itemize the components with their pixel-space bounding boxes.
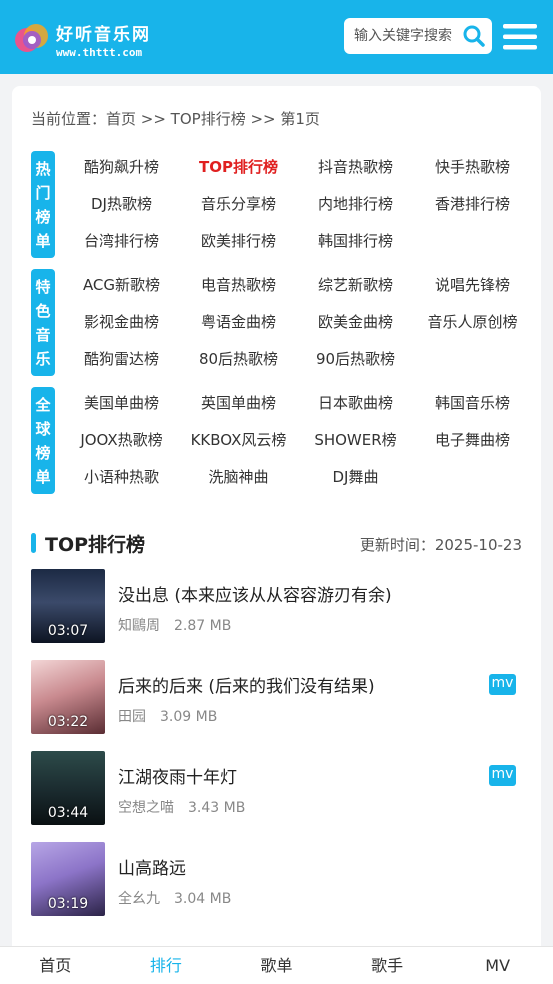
- category-item[interactable]: 洗脑神曲: [180, 459, 297, 496]
- category-item[interactable]: 音乐分享榜: [180, 186, 297, 223]
- nav-home[interactable]: 首页: [0, 947, 111, 984]
- category-item[interactable]: 欧美排行榜: [180, 223, 297, 260]
- song-artist[interactable]: 全幺九: [118, 891, 160, 907]
- category-item[interactable]: KKBOX风云榜: [180, 422, 297, 459]
- song-title[interactable]: 没出息 (本来应该从从容容游刃有余): [118, 581, 392, 606]
- mv-badge[interactable]: mv: [489, 674, 516, 695]
- nav-playlist[interactable]: 歌单: [221, 947, 332, 984]
- song-cover[interactable]: 03:44: [31, 751, 105, 825]
- category-group-feature: 特色音乐 ACG新歌榜 电音热歌榜 综艺新歌榜 说唱先锋榜 影视金曲榜 粤语金曲榜 欧美金曲…: [31, 267, 522, 378]
- song-size: 3.04 MB: [174, 891, 232, 907]
- category-item[interactable]: 抖音热歌榜: [297, 149, 414, 186]
- song-size: 3.09 MB: [160, 709, 218, 725]
- category-item[interactable]: JOOX热歌榜: [63, 422, 180, 459]
- category-label-hot: 热门榜单: [31, 151, 55, 258]
- category-item[interactable]: ACG新歌榜: [63, 267, 180, 304]
- category-label-feature: 特色音乐: [31, 269, 55, 376]
- category-item[interactable]: 音乐人原创榜: [414, 304, 531, 341]
- song-meta: 田园 3.09 MB: [118, 706, 217, 726]
- category-group-hot: 热门榜单 酷狗飙升榜 TOP排行榜 抖音热歌榜 快手热歌榜 DJ热歌榜 音乐分享榜 内地排行…: [31, 149, 522, 260]
- nav-rank[interactable]: 排行: [111, 947, 222, 984]
- song-row[interactable]: 03:07 没出息 (本来应该从从容容游刃有余) 知鷗周 2.87 MB: [31, 569, 522, 643]
- category-item[interactable]: 80后热歌榜: [180, 341, 297, 378]
- category-item[interactable]: 粤语金曲榜: [180, 304, 297, 341]
- category-item[interactable]: 英国单曲榜: [180, 385, 297, 422]
- category-item[interactable]: 韩国排行榜: [297, 223, 414, 260]
- category-items-global: 美国单曲榜 英国单曲榜 日本歌曲榜 韩国音乐榜 JOOX热歌榜 KKBOX风云榜 SHOWE…: [63, 385, 533, 496]
- song-meta: 全幺九 3.04 MB: [118, 888, 231, 908]
- category-group-global: 全球榜单 美国单曲榜 英国单曲榜 日本歌曲榜 韩国音乐榜 JOOX热歌榜 KKBOX风云榜…: [31, 385, 522, 496]
- category-item[interactable]: 快手热歌榜: [414, 149, 531, 186]
- category-item[interactable]: 日本歌曲榜: [297, 385, 414, 422]
- update-time: 更新时间：2025-10-23: [359, 536, 522, 554]
- song-row[interactable]: 03:44 江湖夜雨十年灯空想之喵 3.43 MB mv: [31, 751, 522, 825]
- site-url: www.thttt.com: [56, 46, 143, 59]
- category-item[interactable]: 美国单曲榜: [63, 385, 180, 422]
- category-item[interactable]: 台湾排行榜: [63, 223, 180, 260]
- category-item[interactable]: 欧美金曲榜: [297, 304, 414, 341]
- category-item[interactable]: 香港排行榜: [414, 186, 531, 223]
- category-item[interactable]: 说唱先锋榜: [414, 267, 531, 304]
- song-title[interactable]: 江湖夜雨十年灯: [118, 763, 237, 788]
- bottom-nav: 首页 排行 歌单 歌手 MV: [0, 946, 553, 984]
- search-icon[interactable]: [462, 24, 486, 48]
- category-item[interactable]: DJ热歌榜: [63, 186, 180, 223]
- category-item[interactable]: 电子舞曲榜: [414, 422, 531, 459]
- menu-icon[interactable]: [503, 22, 537, 52]
- category-item[interactable]: TOP排行榜: [180, 149, 297, 186]
- song-row[interactable]: 03:22 后来的后来 (后来的我们没有结果) 田园 3.09 MB mv: [31, 660, 522, 734]
- song-title[interactable]: 后来的后来 (后来的我们没有结果): [118, 672, 375, 697]
- site-logo-icon[interactable]: [14, 22, 50, 54]
- category-items-hot: 酷狗飙升榜 TOP排行榜 抖音热歌榜 快手热歌榜 DJ热歌榜 音乐分享榜 内地排行榜 香港排行…: [63, 149, 533, 260]
- category-items-feature: ACG新歌榜 电音热歌榜 综艺新歌榜 说唱先锋榜影视金曲榜 粤语金曲榜 欧美金曲榜 音乐人原…: [63, 267, 533, 378]
- category-item[interactable]: 90后热歌榜: [297, 341, 414, 378]
- category-item[interactable]: 小语种热歌: [63, 459, 180, 496]
- category-item[interactable]: SHOWER榜: [297, 422, 414, 459]
- breadcrumb: 当前位置：首页 >> TOP排行榜 >> 第1页: [31, 110, 320, 128]
- category-item[interactable]: 韩国音乐榜: [414, 385, 531, 422]
- song-row[interactable]: 03:19 山高路远全幺九 3.04 MB: [31, 842, 522, 916]
- category-item[interactable]: 影视金曲榜: [63, 304, 180, 341]
- category-item[interactable]: DJ舞曲: [297, 459, 414, 496]
- song-size: 2.87 MB: [174, 618, 232, 634]
- search-input[interactable]: [344, 18, 454, 54]
- song-artist[interactable]: 知鷗周: [118, 618, 160, 634]
- song-cover[interactable]: 03:22: [31, 660, 105, 734]
- category-item[interactable]: 内地排行榜: [297, 186, 414, 223]
- song-cover[interactable]: 03:07: [31, 569, 105, 643]
- song-duration: 03:22: [47, 714, 89, 730]
- song-meta: 知鷗周 2.87 MB: [118, 615, 231, 635]
- top-header: 好听音乐网 www.thttt.com: [0, 0, 553, 74]
- song-duration: 03:44: [47, 805, 89, 821]
- song-duration: 03:19: [47, 896, 89, 912]
- nav-mv[interactable]: MV: [442, 947, 553, 984]
- search-box: [344, 18, 492, 54]
- section-header: TOP排行榜 更新时间：2025-10-23: [31, 530, 522, 556]
- section-title: TOP排行榜: [45, 534, 146, 556]
- main-card: 当前位置：首页 >> TOP排行榜 >> 第1页 热门榜单 酷狗飙升榜 TOP排行…: [12, 86, 541, 966]
- category-item[interactable]: 酷狗飙升榜: [63, 149, 180, 186]
- site-logo-text[interactable]: 好听音乐网 www.thttt.com: [56, 20, 151, 59]
- category-item[interactable]: 综艺新歌榜: [297, 267, 414, 304]
- song-duration: 03:07: [47, 623, 89, 639]
- category-label-global: 全球榜单: [31, 387, 55, 494]
- section-accent-bar: [31, 533, 36, 553]
- song-title[interactable]: 山高路远: [118, 854, 186, 879]
- song-size: 3.43 MB: [188, 800, 246, 816]
- mv-badge[interactable]: mv: [489, 765, 516, 786]
- song-cover[interactable]: 03:19: [31, 842, 105, 916]
- nav-singer[interactable]: 歌手: [332, 947, 443, 984]
- song-artist[interactable]: 田园: [118, 709, 146, 725]
- site-name: 好听音乐网: [56, 25, 151, 45]
- category-item[interactable]: 电音热歌榜: [180, 267, 297, 304]
- category-item[interactable]: 酷狗雷达榜: [63, 341, 180, 378]
- song-artist[interactable]: 空想之喵: [118, 800, 174, 816]
- song-meta: 空想之喵 3.43 MB: [118, 797, 245, 817]
